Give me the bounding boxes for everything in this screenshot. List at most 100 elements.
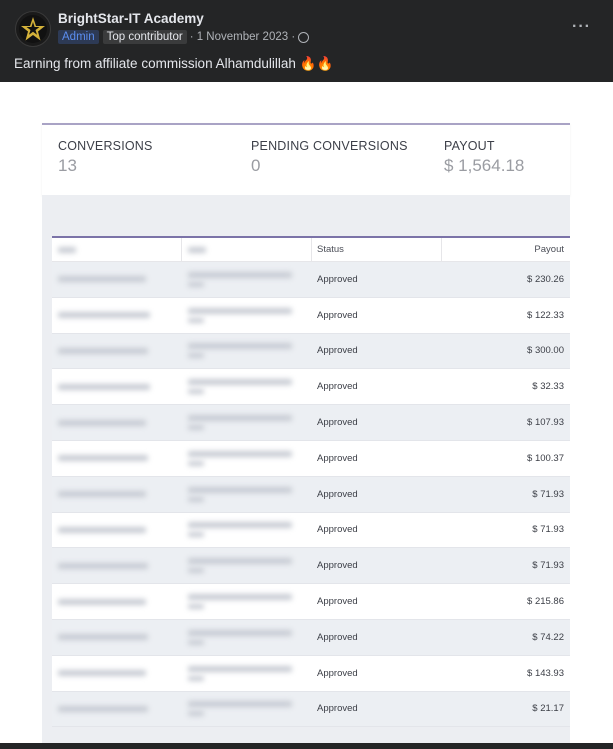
blurred-id-cell xyxy=(52,584,182,619)
blurred-text xyxy=(58,598,146,605)
top-contributor-badge: Top contributor xyxy=(102,30,187,44)
post-photo[interactable]: CONVERSIONS 13 PENDING CONVERSIONS 0 PAY… xyxy=(0,82,613,743)
blurred-id-cell xyxy=(52,513,182,548)
blurred-offer-cell xyxy=(182,513,312,548)
blurred-offer-cell xyxy=(182,656,312,691)
blurred-id-cell xyxy=(52,477,182,512)
blurred-text xyxy=(188,450,292,457)
blurred-text xyxy=(188,389,204,395)
blurred-text xyxy=(188,460,204,466)
status-cell: Approved xyxy=(317,703,358,715)
payout-cell: $ 71.93 xyxy=(532,560,564,572)
blurred-text xyxy=(188,425,204,431)
blurred-header-text xyxy=(188,246,206,253)
blurred-text xyxy=(188,558,292,565)
blurred-text xyxy=(188,711,204,717)
blurred-text xyxy=(188,568,204,574)
pending-stat: PENDING CONVERSIONS 0 xyxy=(251,139,408,176)
payout-cell: $ 71.93 xyxy=(532,488,564,500)
conversions-stat: CONVERSIONS 13 xyxy=(58,139,153,176)
blurred-id-cell xyxy=(52,656,182,691)
column-header-status: Status xyxy=(312,238,442,261)
payout-cell: $ 107.93 xyxy=(527,417,564,429)
blurred-id-cell xyxy=(52,548,182,583)
column-header-payout: Payout xyxy=(534,244,564,255)
table-row: Approved $ 71.93 xyxy=(52,512,570,549)
blurred-id-cell xyxy=(52,298,182,333)
more-options-button[interactable]: ··· xyxy=(572,18,591,36)
blurred-text xyxy=(58,383,150,390)
table-row: Approved $ 71.93 xyxy=(52,548,570,585)
payout-cell: $ 32.33 xyxy=(532,381,564,393)
blurred-text xyxy=(188,379,292,386)
globe-icon xyxy=(298,31,310,43)
blurred-text xyxy=(188,522,292,529)
blurred-offer-cell xyxy=(182,692,312,727)
blurred-text xyxy=(58,526,146,533)
blurred-text xyxy=(188,415,292,422)
blurred-offer-cell xyxy=(182,441,312,476)
page-avatar[interactable] xyxy=(15,11,51,47)
payout-cell: $ 300.00 xyxy=(527,345,564,357)
blurred-offer-cell xyxy=(182,369,312,404)
blurred-text xyxy=(188,701,292,708)
status-cell: Approved xyxy=(317,560,358,572)
status-cell: Approved xyxy=(317,273,358,285)
table-header: Status Payout xyxy=(52,238,570,262)
payout-cell: $ 230.26 xyxy=(527,273,564,285)
column-header-2 xyxy=(182,238,312,261)
blurred-id-cell xyxy=(52,369,182,404)
blurred-text xyxy=(58,312,150,319)
table-row: Approved $ 215.86 xyxy=(52,584,570,620)
status-cell: Approved xyxy=(317,524,358,536)
summary-panel: CONVERSIONS 13 PENDING CONVERSIONS 0 PAY… xyxy=(42,123,570,196)
blurred-text xyxy=(188,594,292,601)
status-cell: Approved xyxy=(317,417,358,429)
blurred-text xyxy=(188,604,204,610)
blurred-text xyxy=(58,455,148,462)
blurred-text xyxy=(58,419,146,426)
star-logo-icon xyxy=(19,15,47,43)
table-row: Approved $ 71.93 xyxy=(52,476,570,513)
blurred-text xyxy=(58,634,148,641)
blurred-offer-cell xyxy=(182,477,312,512)
blurred-text xyxy=(58,347,148,354)
table-row: Approved $ 100.37 xyxy=(52,440,570,477)
blurred-offer-cell xyxy=(182,548,312,583)
post-date[interactable]: · 1 November 2023 · xyxy=(190,31,295,43)
payout-cell: $ 143.93 xyxy=(527,667,564,679)
blurred-id-cell xyxy=(52,620,182,655)
blurred-text xyxy=(188,486,292,493)
payout-cell: $ 21.17 xyxy=(532,703,564,715)
table-row: Approved $ 32.33 xyxy=(52,369,570,406)
payout-cell: $ 100.37 xyxy=(527,452,564,464)
pending-label: PENDING CONVERSIONS xyxy=(251,139,408,153)
table-row: Approved $ 21.17 xyxy=(52,691,570,728)
status-cell: Approved xyxy=(317,667,358,679)
blurred-text xyxy=(188,317,204,323)
blurred-text xyxy=(58,491,146,498)
table-row: Approved $ 143.93 xyxy=(52,655,570,692)
blurred-text xyxy=(58,670,146,677)
blurred-offer-cell xyxy=(182,584,312,619)
post-meta: Admin Top contributor · 1 November 2023 … xyxy=(58,29,310,45)
blurred-text xyxy=(188,665,292,672)
blurred-offer-cell xyxy=(182,334,312,369)
post-header: BrightStar-IT Academy Admin Top contribu… xyxy=(0,0,613,82)
blurred-text xyxy=(58,276,146,283)
blurred-offer-cell xyxy=(182,620,312,655)
blurred-text xyxy=(188,629,292,636)
table-row: Approved $ 122.33 xyxy=(52,297,570,334)
blurred-offer-cell xyxy=(182,298,312,333)
payout-cell: $ 215.86 xyxy=(527,596,564,608)
payout-cell: $ 71.93 xyxy=(532,524,564,536)
blurred-id-cell xyxy=(52,441,182,476)
conversions-value: 13 xyxy=(58,156,77,175)
page-name-link[interactable]: BrightStar-IT Academy xyxy=(58,11,204,26)
blurred-id-cell xyxy=(52,692,182,727)
blurred-id-cell xyxy=(52,262,182,297)
blurred-text xyxy=(188,271,292,278)
blurred-text xyxy=(188,639,204,645)
blurred-header-text xyxy=(58,246,76,253)
conversions-table: Status Payout Approved $ 230.26 Approved $ … xyxy=(52,236,570,728)
